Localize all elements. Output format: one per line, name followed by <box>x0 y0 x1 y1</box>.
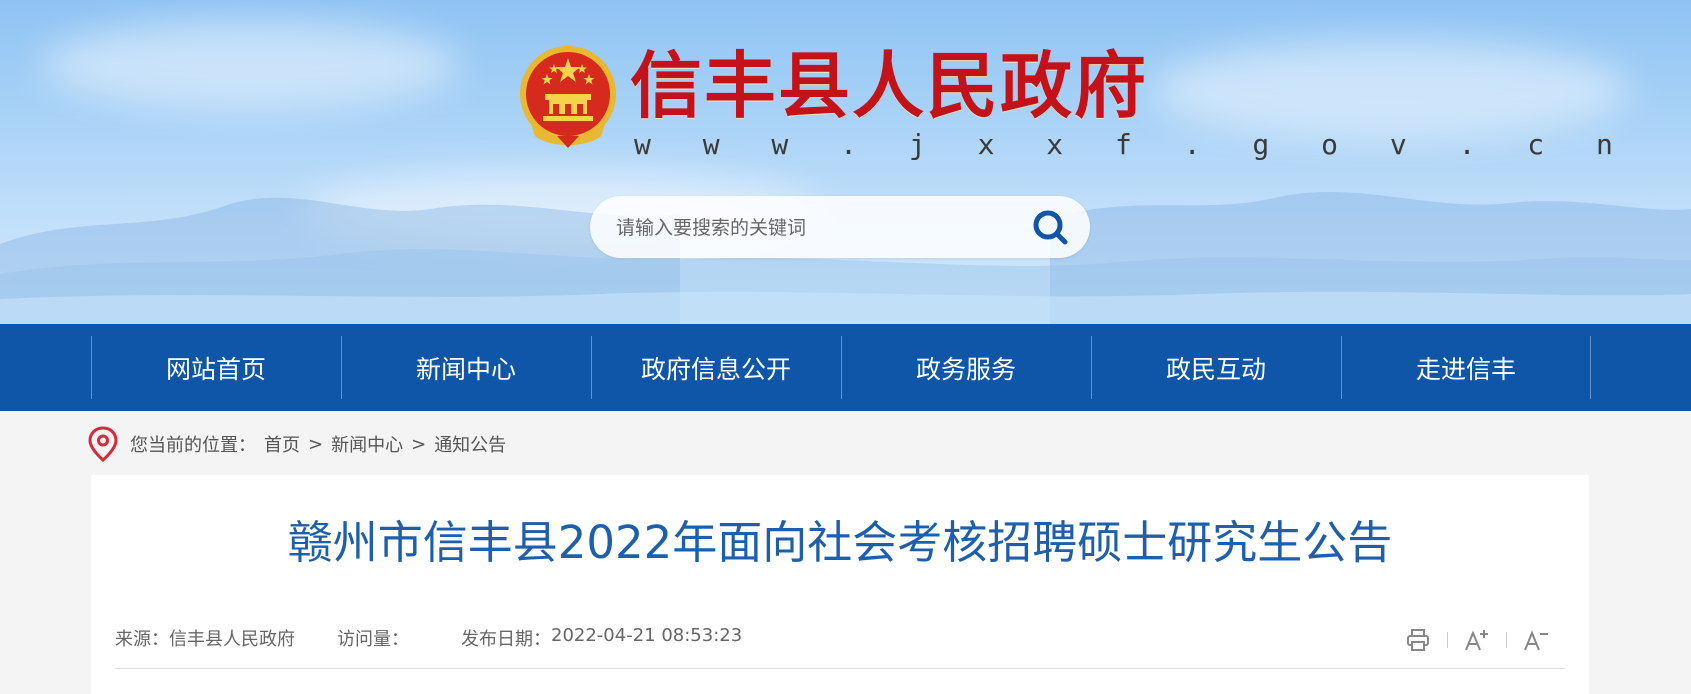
font-increase-button[interactable] <box>1462 625 1492 655</box>
date-value: 2022-04-21 08:53:23 <box>551 625 743 646</box>
article-meta: 来源： 信丰县人民政府 访问量： 发布日期： 2022-04-21 08:53:… <box>115 625 742 651</box>
source-value: 信丰县人民政府 <box>169 629 295 650</box>
article-tools <box>1403 625 1551 655</box>
nav-item-news[interactable]: 新闻中心 <box>341 324 591 411</box>
font-decrease-button[interactable] <box>1521 625 1551 655</box>
breadcrumb-home-link[interactable]: 首页 <box>264 431 300 457</box>
site-url: w w w . j x x f . g o v . c n <box>634 128 1631 161</box>
breadcrumb: 您当前的位置： 首页 > 新闻中心 > 通知公告 <box>88 424 506 464</box>
print-button[interactable] <box>1403 625 1433 655</box>
search-button[interactable] <box>1028 206 1072 248</box>
font-decrease-icon <box>1524 630 1548 651</box>
tool-divider <box>1447 632 1448 648</box>
views-label: 访问量： <box>337 629 409 650</box>
source-label: 来源： <box>115 629 169 650</box>
search-box <box>590 196 1090 258</box>
site-title: 信丰县人民政府 <box>630 43 1149 128</box>
date-label: 发布日期： <box>461 629 551 650</box>
breadcrumb-label: 您当前的位置： <box>130 435 256 456</box>
search-input[interactable] <box>614 210 1008 246</box>
meta-divider <box>115 668 1565 669</box>
nav-item-gov-info[interactable]: 政府信息公开 <box>591 324 841 411</box>
national-emblem-icon <box>520 46 616 148</box>
search-icon <box>1033 210 1068 245</box>
print-icon <box>1407 629 1429 651</box>
breadcrumb-separator: > <box>411 433 427 455</box>
header-banner: 信丰县人民政府 w w w . j x x f . g o v . c n <box>0 0 1691 324</box>
article-title: 赣州市信丰县2022年面向社会考核招聘硕士研究生公告 <box>287 516 1393 569</box>
location-pin-icon <box>88 426 118 462</box>
article-panel: 赣州市信丰县2022年面向社会考核招聘硕士研究生公告 来源： 信丰县人民政府 访… <box>91 475 1589 694</box>
font-increase-icon <box>1465 630 1488 651</box>
breadcrumb-news-link[interactable]: 新闻中心 <box>331 431 403 457</box>
breadcrumb-notice-link[interactable]: 通知公告 <box>434 431 506 457</box>
breadcrumb-separator: > <box>308 433 324 455</box>
tool-divider <box>1506 632 1507 648</box>
nav-item-about[interactable]: 走进信丰 <box>1341 324 1591 411</box>
nav-item-home[interactable]: 网站首页 <box>91 324 341 411</box>
nav-item-interaction[interactable]: 政民互动 <box>1091 324 1341 411</box>
cloud-decoration <box>40 20 460 110</box>
nav-item-services[interactable]: 政务服务 <box>841 324 1091 411</box>
main-nav: 网站首页 新闻中心 政府信息公开 政务服务 政民互动 走进信丰 <box>0 324 1691 411</box>
